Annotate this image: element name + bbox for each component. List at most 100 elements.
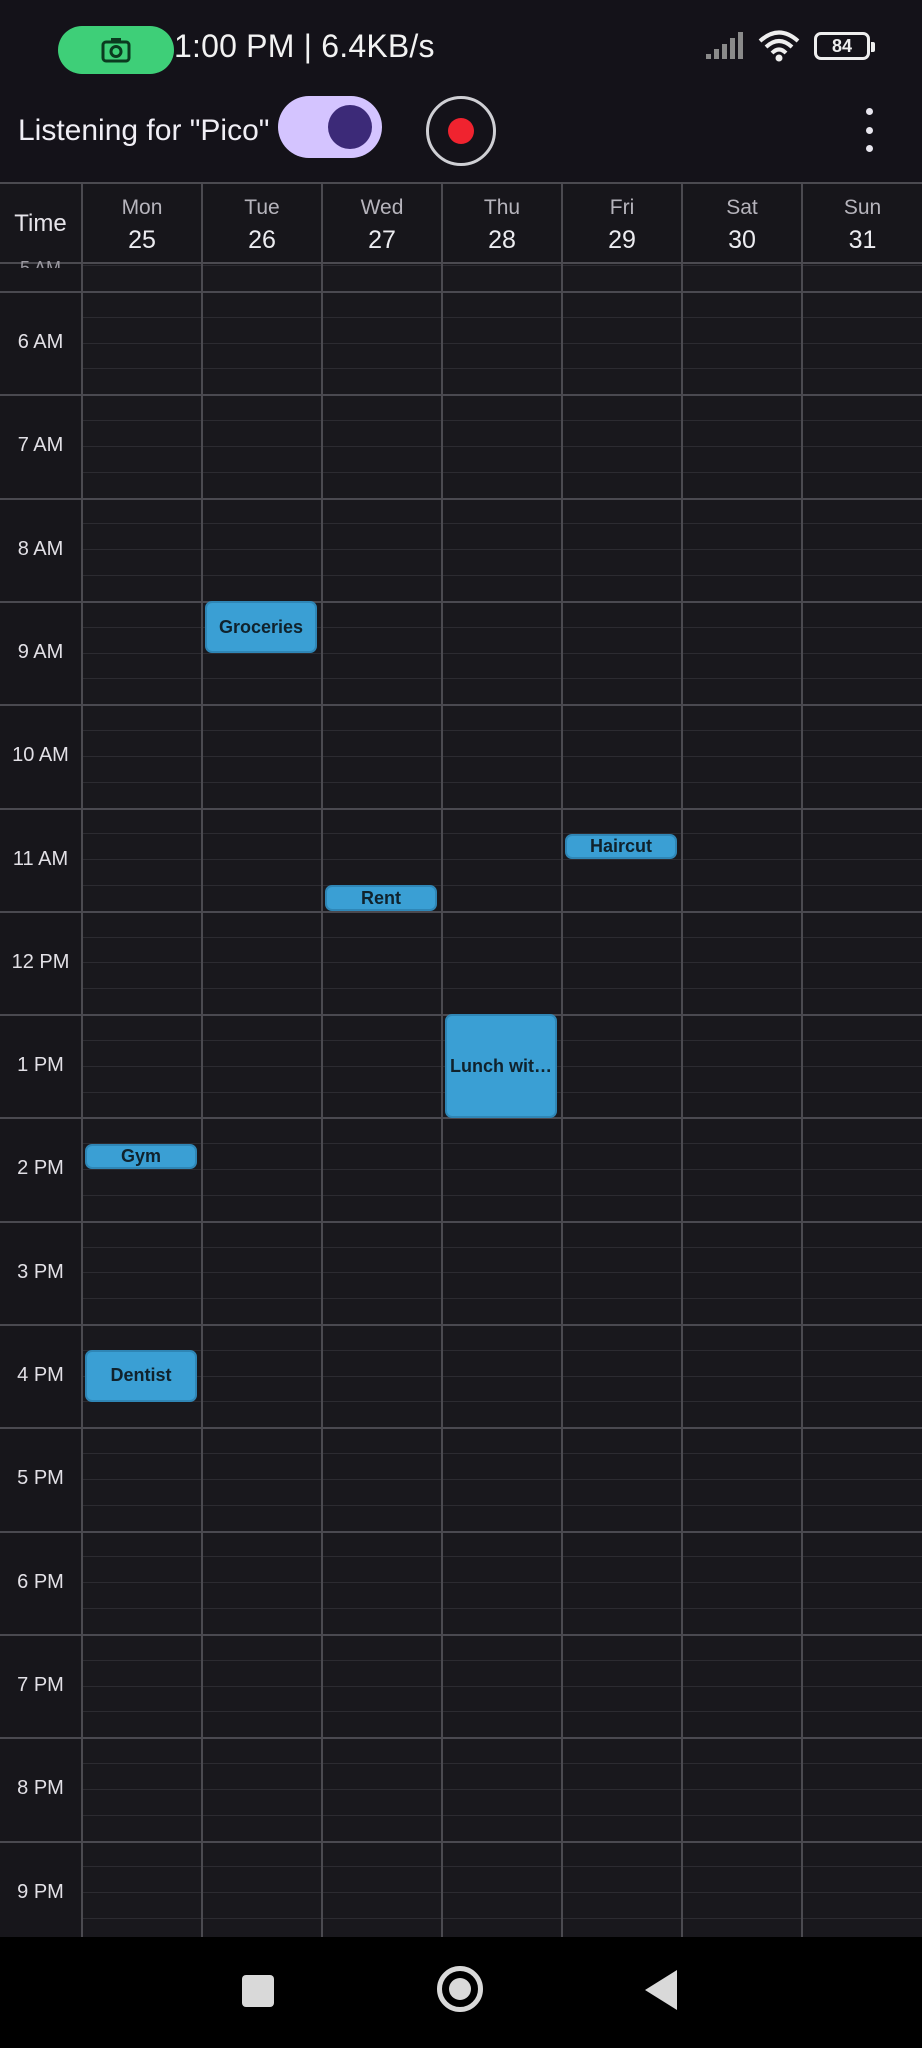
quarter-gridline (81, 1608, 922, 1610)
event-rent[interactable]: Rent (325, 885, 437, 912)
day-header-fri[interactable]: Fri 29 (561, 184, 681, 264)
day-number: 30 (728, 226, 756, 254)
status-time-speed: 1:00 PM | 6.4KB/s (174, 28, 435, 64)
day-header-sun[interactable]: Sun 31 (801, 184, 922, 264)
quarter-gridline (81, 1788, 922, 1790)
more-options-button[interactable] (852, 108, 886, 152)
home-circle-icon[interactable] (437, 1966, 483, 2012)
quarter-gridline (81, 342, 922, 344)
hour-label: 3 PM (17, 1260, 64, 1283)
day-divider (321, 264, 323, 1937)
hour-label: 5 PM (17, 1467, 64, 1490)
day-divider (441, 264, 443, 1937)
quarter-gridline (81, 549, 922, 551)
day-of-week: Fri (609, 196, 635, 219)
event-haircut[interactable]: Haircut (565, 833, 677, 860)
wifi-icon (758, 30, 800, 62)
hour-label: 9 PM (17, 1880, 64, 1903)
event-title: Dentist (110, 1365, 172, 1386)
event-lunch-wit[interactable]: Lunch wit… (445, 1014, 557, 1118)
event-groceries[interactable]: Groceries (205, 601, 317, 653)
hour-label: 9 AM (17, 640, 64, 663)
day-of-week: Wed (360, 196, 404, 219)
day-header-wed[interactable]: Wed 27 (321, 184, 441, 264)
quarter-gridline (81, 1401, 922, 1403)
calendar-grid[interactable]: 5 AM 6 AM 7 AM 8 AM 9 AM 10 AM 11 AM 12 PM 1 PM… (0, 258, 922, 1937)
week-calendar: Time Mon 25 Tue 26 Wed 27 Thu 28 Fri 29 Sat 30 Sun 31… (0, 182, 922, 1937)
day-divider (201, 264, 203, 1937)
hour-label: 7 PM (17, 1673, 64, 1696)
quarter-gridline (81, 575, 922, 577)
quarter-gridline (81, 471, 922, 473)
signal-icon (706, 32, 743, 59)
screen-record-indicator[interactable] (58, 26, 174, 74)
day-number: 31 (848, 226, 877, 254)
hour-label: 10 AM (12, 744, 69, 767)
day-header-thu[interactable]: Thu 28 (441, 184, 561, 264)
hour-gridline (0, 291, 922, 293)
hour-label: 7 AM (17, 434, 64, 457)
calendar-header: Time Mon 25 Tue 26 Wed 27 Thu 28 Fri 29 Sat 30 Sun 31 (0, 182, 922, 264)
recents-square-icon[interactable] (242, 1975, 274, 2007)
quarter-gridline (81, 445, 922, 447)
back-triangle-icon[interactable] (645, 1970, 677, 2010)
day-header-sat[interactable]: Sat 30 (681, 184, 801, 264)
day-of-week: Thu (483, 196, 521, 219)
event-title: Groceries (218, 616, 304, 637)
quarter-gridline (81, 1685, 922, 1687)
quarter-gridline (81, 1298, 922, 1300)
quarter-gridline (81, 755, 922, 757)
time-column: 5 AM 6 AM 7 AM 8 AM 9 AM 10 AM 11 AM 12 PM 1 PM… (0, 258, 81, 1937)
quarter-gridline (81, 678, 922, 680)
event-gym[interactable]: Gym (85, 1143, 197, 1170)
hour-gridline (0, 497, 922, 500)
quarter-gridline (81, 652, 922, 654)
system-nav-bar (0, 1937, 922, 2048)
hour-gridline (0, 1840, 922, 1843)
day-number: 28 (488, 226, 516, 254)
day-number: 25 (128, 226, 156, 254)
hour-label: 12 PM (11, 950, 70, 973)
quarter-gridline (81, 265, 922, 266)
hour-label: 8 PM (17, 1777, 64, 1800)
hour-gridline (0, 1324, 922, 1326)
hour-gridline (0, 1737, 922, 1740)
hour-label: 6 PM (17, 1570, 64, 1593)
quarter-gridline (81, 730, 922, 732)
record-button[interactable] (426, 96, 496, 166)
quarter-gridline (81, 1143, 922, 1145)
quarter-gridline (81, 781, 922, 783)
day-number: 29 (608, 226, 636, 254)
quarter-gridline (81, 1246, 922, 1248)
day-header-tue[interactable]: Tue 26 (201, 184, 321, 264)
day-of-week: Sat (726, 196, 758, 219)
day-divider (81, 264, 83, 1937)
quarter-gridline (81, 1375, 922, 1377)
quarter-gridline (81, 1194, 922, 1196)
event-title: Gym (120, 1145, 162, 1166)
hour-gridline (0, 704, 922, 707)
hour-label: 11 AM (12, 847, 69, 870)
day-header-mon[interactable]: Mon 25 (81, 184, 201, 264)
quarter-gridline (81, 523, 922, 525)
hour-gridline (0, 600, 922, 603)
quarter-gridline (81, 420, 922, 422)
day-divider (561, 264, 563, 1937)
quarter-gridline (81, 859, 922, 861)
event-title: Haircut (589, 836, 652, 857)
hour-label: 4 PM (17, 1364, 64, 1386)
event-dentist[interactable]: Dentist (85, 1350, 197, 1402)
quarter-gridline (81, 316, 922, 318)
listening-toggle[interactable] (278, 96, 382, 158)
hour-label: 8 AM (17, 537, 64, 560)
quarter-gridline (81, 936, 922, 938)
time-header: Time (14, 210, 67, 237)
quarter-gridline (81, 368, 922, 370)
listening-label: Listening for "Pico" (18, 114, 270, 147)
hour-gridline (0, 1530, 922, 1533)
quarter-gridline (81, 1582, 922, 1584)
hour-label: 2 PM (17, 1157, 64, 1180)
event-title: Rent (361, 887, 401, 908)
battery-level: 84 (831, 35, 853, 56)
hour-gridline (0, 394, 922, 397)
